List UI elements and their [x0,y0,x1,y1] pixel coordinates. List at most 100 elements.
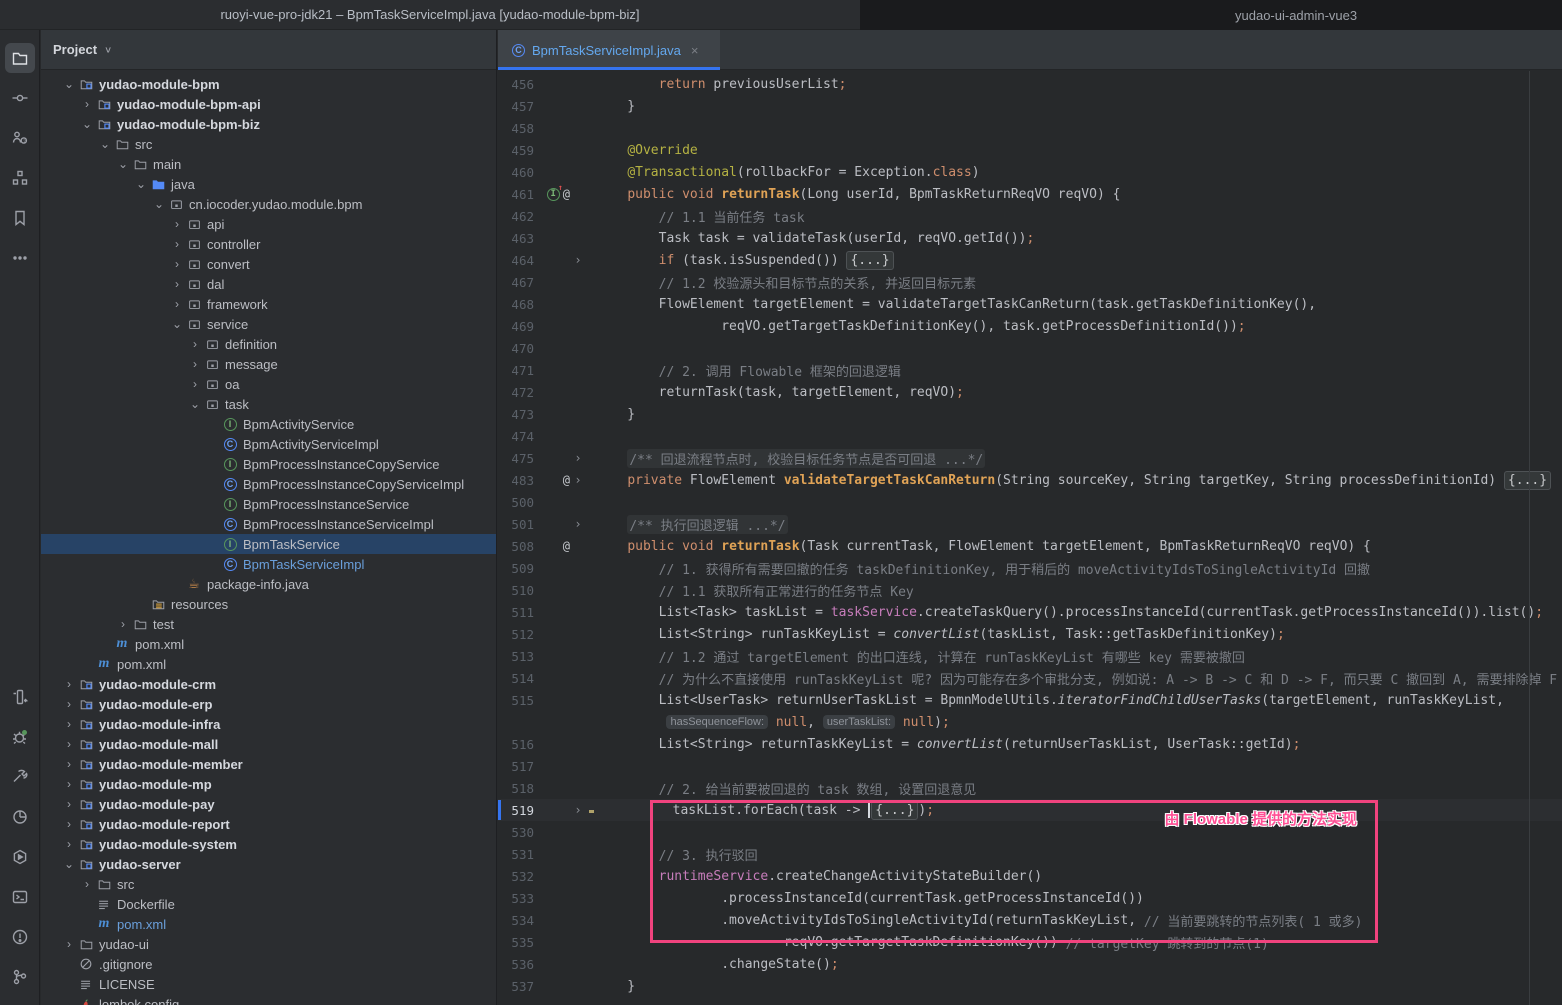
tree-item-bpmprocessinstanceservice[interactable]: IBpmProcessInstanceService [41,494,496,514]
code-line-462[interactable]: 462 // 1.1 当前任务 task [498,205,1562,227]
more-icon[interactable] [5,243,35,273]
code-line-467[interactable]: 467 // 1.2 校验源头和目标节点的关系, 并返回目标元素 [498,271,1562,293]
code-line-512[interactable]: 512 List<String> runTaskKeyList = conver… [498,623,1562,645]
code-line-468[interactable]: 468 FlowElement targetElement = validate… [498,293,1562,315]
code-line-469[interactable]: 469 reqVO.getTargetTaskDefinitionKey(), … [498,315,1562,337]
code-line-534[interactable]: 534 .moveActivityIdsToSingleActivityId(r… [498,909,1562,931]
tree-item-pom-xml[interactable]: mpom.xml [41,914,496,934]
bookmarks-icon[interactable] [5,203,35,233]
code-line-533[interactable]: 533 .processInstanceId(currentTask.getPr… [498,887,1562,909]
code-line-536[interactable]: 536 .changeState(); [498,953,1562,975]
code-line-473[interactable]: 473 } [498,403,1562,425]
tree-item-src[interactable]: ⌄src [41,134,496,154]
code-line-472[interactable]: 472 returnTask(task, targetElement, reqV… [498,381,1562,403]
tree-item-cn-iocoder-yudao-module-bpm[interactable]: ⌄cn.iocoder.yudao.module.bpm [41,194,496,214]
tree-item-dockerfile[interactable]: Dockerfile [41,894,496,914]
tree-item-lombok-config[interactable]: lombok.config [41,994,496,1005]
tree-item-yudao-server[interactable]: ⌄yudao-server [41,854,496,874]
fold-chevron-icon[interactable]: › [570,451,586,465]
code-line-514[interactable]: 514 // 为什么不直接使用 runTaskKeyList 呢? 因为可能存在… [498,667,1562,689]
build-icon[interactable] [5,762,35,792]
tree-item-bpmprocessinstanceserviceimpl[interactable]: CBpmProcessInstanceServiceImpl [41,514,496,534]
code-line-519[interactable]: 519› taskList.forEach(task -> {...}); [498,799,1562,821]
tree-item-yudao-module-infra[interactable]: ›yudao-module-infra [41,714,496,734]
tree-item-service[interactable]: ⌄service [41,314,496,334]
tree-item-api[interactable]: ›api [41,214,496,234]
code-line-460[interactable]: 460 @Transactional(rollbackFor = Excepti… [498,161,1562,183]
tree-item-pom-xml[interactable]: mpom.xml [41,634,496,654]
code-editor[interactable]: 456 return previousUserList;457 }458459 … [498,71,1562,1005]
code-line-474[interactable]: 474 [498,425,1562,447]
project-icon[interactable] [5,43,35,73]
tree-item-bpmtaskserviceimpl[interactable]: CBpmTaskServiceImpl [41,554,496,574]
tree-item-bpmactivityservice[interactable]: IBpmActivityService [41,414,496,434]
code-line-530[interactable]: 530 [498,821,1562,843]
tree-item-bpmprocessinstancecopyservice[interactable]: IBpmProcessInstanceCopyService [41,454,496,474]
tree-item-convert[interactable]: ›convert [41,254,496,274]
code-line-516[interactable]: 516 List<String> returnTaskKeyList = con… [498,733,1562,755]
code-line-464[interactable]: 464› if (task.isSuspended()) {...} [498,249,1562,271]
code-line-456[interactable]: 456 return previousUserList; [498,73,1562,95]
tree-item-yudao-module-mp[interactable]: ›yudao-module-mp [41,774,496,794]
code-line-475[interactable]: 475› /** 回退流程节点时, 校验目标任务节点是否可回退 ...*/ [498,447,1562,469]
code-line-513[interactable]: 513 // 1.2 通过 targetElement 的出口连线, 计算在 r… [498,645,1562,667]
tree-item-test[interactable]: ›test [41,614,496,634]
code-line-537[interactable]: 537 } [498,975,1562,997]
run-icon[interactable] [5,682,35,712]
tree-item-package-info-java[interactable]: ☕package-info.java [41,574,496,594]
tree-item-yudao-module-report[interactable]: ›yudao-module-report [41,814,496,834]
code-line-517[interactable]: 517 [498,755,1562,777]
fold-chevron-icon[interactable]: › [570,473,586,487]
tree-item-yudao-module-pay[interactable]: ›yudao-module-pay [41,794,496,814]
code-line-470[interactable]: 470 [498,337,1562,359]
tree-item-framework[interactable]: ›framework [41,294,496,314]
profiler-icon[interactable] [5,802,35,832]
tree-item-yudao-ui[interactable]: ›yudao-ui [41,934,496,954]
code-line-500[interactable]: 500 [498,491,1562,513]
tree-item-task[interactable]: ⌄task [41,394,496,414]
structure-icon[interactable] [5,163,35,193]
code-line-508[interactable]: 508@ public void returnTask(Task current… [498,535,1562,557]
tree-item-yudao-module-crm[interactable]: ›yudao-module-crm [41,674,496,694]
code-line-463[interactable]: 463 Task task = validateTask(userId, req… [498,227,1562,249]
code-line-531[interactable]: 531 // 3. 执行驳回 [498,843,1562,865]
tab-bpmtaskserviceimpl[interactable]: C BpmTaskServiceImpl.java × [498,30,720,70]
tree-item-yudao-module-member[interactable]: ›yudao-module-member [41,754,496,774]
tree-item-yudao-module-system[interactable]: ›yudao-module-system [41,834,496,854]
terminal-icon[interactable] [5,882,35,912]
code-line-471[interactable]: 471 // 2. 调用 Flowable 框架的回退逻辑 [498,359,1562,381]
fold-chevron-icon[interactable]: › [570,253,586,267]
tree-item-src[interactable]: ›src [41,874,496,894]
code-line-483[interactable]: 483@› private FlowElement validateTarget… [498,469,1562,491]
code-line-501[interactable]: 501› /** 执行回退逻辑 ...*/ [498,513,1562,535]
git-icon[interactable] [5,962,35,992]
commit-icon[interactable] [5,83,35,113]
tree-item--gitignore[interactable]: .gitignore [41,954,496,974]
tree-item-message[interactable]: ›message [41,354,496,374]
fold-chevron-icon[interactable]: › [570,803,586,817]
code-line-458[interactable]: 458 [498,117,1562,139]
code-line-532[interactable]: 532 runtimeService.createChangeActivityS… [498,865,1562,887]
tree-item-definition[interactable]: ›definition [41,334,496,354]
tree-item-yudao-module-erp[interactable]: ›yudao-module-erp [41,694,496,714]
code-line-510[interactable]: 510 // 1.1 获取所有正常进行的任务节点 Key [498,579,1562,601]
code-line-459[interactable]: 459 @Override [498,139,1562,161]
editor-scrollbar-track[interactable] [1529,71,1530,1005]
code-line-wrap[interactable]: hasSequenceFlow: null, userTaskList: nul… [498,711,1562,733]
tab-close-icon[interactable]: × [691,43,699,58]
project-panel-header[interactable]: Project ∨ [41,30,496,70]
fold-chevron-icon[interactable]: › [570,517,586,531]
tree-item-yudao-module-bpm-biz[interactable]: ⌄yudao-module-bpm-biz [41,114,496,134]
tree-item-main[interactable]: ⌄main [41,154,496,174]
tree-item-resources[interactable]: resources [41,594,496,614]
code-line-509[interactable]: 509 // 1. 获得所有需要回撤的任务 taskDefinitionKey,… [498,557,1562,579]
code-line-515[interactable]: 515 List<UserTask> returnUserTaskList = … [498,689,1562,711]
code-line-457[interactable]: 457 } [498,95,1562,117]
pull-requests-icon[interactable]: ? [5,123,35,153]
tree-item-bpmactivityserviceimpl[interactable]: CBpmActivityServiceImpl [41,434,496,454]
code-line-511[interactable]: 511 List<Task> taskList = taskService.cr… [498,601,1562,623]
services-icon[interactable] [5,842,35,872]
problems-icon[interactable] [5,922,35,952]
tree-item-yudao-module-bpm[interactable]: ⌄yudao-module-bpm [41,74,496,94]
tree-item-dal[interactable]: ›dal [41,274,496,294]
